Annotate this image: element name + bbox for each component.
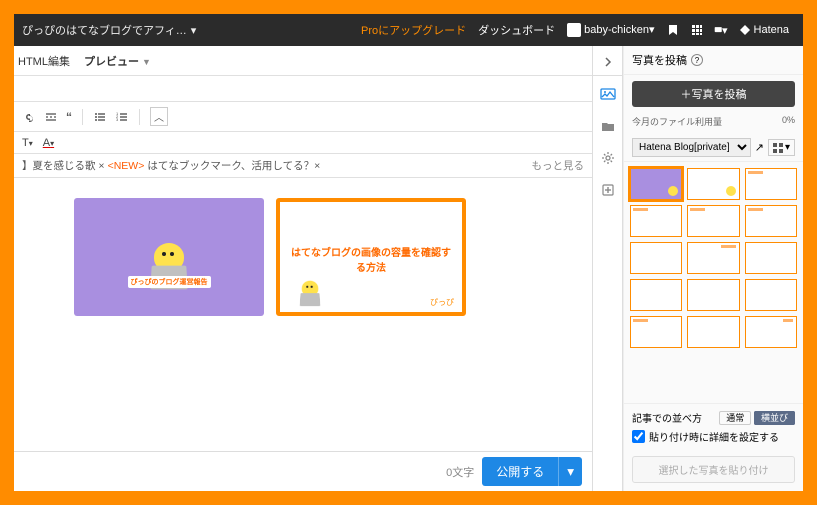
photo-thumb[interactable]	[630, 168, 682, 200]
post-title-input[interactable]	[14, 76, 592, 102]
detail-on-paste-checkbox[interactable]: 貼り付け時に詳細を設定する	[632, 429, 795, 444]
folder-select[interactable]: Hatena Blog[private]	[632, 138, 751, 157]
category-panel-button[interactable]	[594, 112, 622, 140]
open-external-icon[interactable]: ↗	[755, 141, 764, 154]
grid-apps-icon[interactable]	[690, 23, 704, 37]
photo-thumb[interactable]	[687, 168, 739, 200]
publish-options-button[interactable]: ▾	[558, 457, 582, 486]
upload-photo-button[interactable]: ＋写真を投稿	[632, 81, 795, 107]
help-icon[interactable]: ?	[691, 54, 703, 66]
more-topics-link[interactable]: もっと見る	[532, 158, 585, 173]
format-row: T▾ A▾	[14, 132, 592, 154]
photo-thumb[interactable]	[745, 168, 797, 200]
panel-header: 写真を投稿 ?	[624, 46, 803, 75]
user-menu[interactable]: baby-chicken▾	[567, 23, 654, 37]
read-more-icon[interactable]	[44, 110, 58, 124]
photo-thumb[interactable]	[630, 242, 682, 274]
photo-thumb[interactable]	[745, 279, 797, 311]
usage-label: 今月のファイル利用量	[632, 115, 722, 128]
top-bar: ぴっぴのはてなブログでアフィ…▾ Proにアップグレード ダッシュボード bab…	[14, 14, 803, 46]
collapse-panel-button[interactable]	[593, 48, 622, 76]
publish-button[interactable]: 公開する	[482, 457, 558, 486]
caret-down-icon: ▼	[142, 57, 151, 67]
photo-thumb[interactable]	[687, 279, 739, 311]
usage-value: 0%	[782, 115, 795, 128]
blog-title-menu[interactable]: ぴっぴのはてなブログでアフィ…▾	[22, 22, 196, 38]
insert-photos-button[interactable]: 選択した写真を貼り付け	[632, 456, 795, 483]
caret-down-icon: ▾	[191, 25, 197, 37]
photo-panel: 写真を投稿 ? ＋写真を投稿 今月のファイル利用量 0% Hatena Blog…	[623, 46, 803, 491]
svg-text:3: 3	[116, 117, 119, 122]
photo-thumb[interactable]	[687, 205, 739, 237]
view-mode-switch[interactable]: ▾	[768, 139, 795, 156]
editor-canvas[interactable]: ぴっぴのブログ運営報告 はてなブログの画像の容量を確認する方法 ぴっぴ	[14, 178, 592, 451]
photo-thumb[interactable]	[630, 279, 682, 311]
topic-tag[interactable]: はてなブックマーク、活用してる？×	[147, 158, 320, 173]
photo-thumb[interactable]	[687, 316, 739, 348]
link-icon[interactable]	[22, 110, 36, 124]
checkbox-input[interactable]	[632, 430, 645, 443]
bookmark-icon[interactable]	[666, 23, 680, 37]
order-label: 記事での並べ方	[632, 410, 702, 425]
text-size-button[interactable]: T▾	[22, 137, 33, 149]
topic-tags-row: 】夏を感じる歌 × <NEW> はてなブックマーク、活用してる？× もっと見る	[14, 154, 592, 178]
hatena-brand-link[interactable]: Hatena	[739, 24, 789, 36]
editor-footer: 0文字 公開する ▾	[14, 451, 592, 491]
quote-icon[interactable]: “	[66, 110, 72, 124]
settings-panel-button[interactable]	[594, 144, 622, 172]
photo-thumb[interactable]	[745, 242, 797, 274]
card-signature: ぴっぴ	[430, 297, 454, 308]
order-horizontal-button[interactable]: 横並び	[754, 411, 795, 425]
image-card-1[interactable]: ぴっぴのブログ運営報告	[74, 198, 264, 316]
card-title: はてなブログの画像の容量を確認する方法	[290, 244, 452, 274]
photo-thumb[interactable]	[630, 316, 682, 348]
pro-upgrade-link[interactable]: Proにアップグレード	[361, 22, 466, 38]
tab-preview[interactable]: プレビュー▼	[84, 53, 151, 69]
photo-thumb[interactable]	[745, 205, 797, 237]
char-count: 0文字	[446, 464, 474, 480]
photo-grid	[624, 162, 803, 403]
hatena-logo-icon	[739, 24, 751, 36]
new-badge: <NEW>	[108, 160, 145, 172]
collapse-toolbar-icon[interactable]: ︿	[150, 107, 168, 126]
list-ol-icon[interactable]: 123	[115, 110, 129, 124]
list-ul-icon[interactable]	[93, 110, 107, 124]
order-normal-button[interactable]: 通常	[719, 411, 751, 425]
editor-tabs: HTML編集 プレビュー▼	[14, 46, 592, 76]
side-rail	[593, 46, 623, 491]
photo-thumb[interactable]	[745, 316, 797, 348]
topic-tag[interactable]: 】夏を感じる歌 ×	[22, 158, 105, 173]
photo-thumb[interactable]	[630, 205, 682, 237]
chat-icon[interactable]: ▾	[714, 23, 728, 37]
text-color-button[interactable]: A▾	[43, 137, 54, 149]
dashboard-link[interactable]: ダッシュボード	[478, 22, 555, 38]
photo-thumb[interactable]	[687, 242, 739, 274]
avatar-icon	[567, 23, 581, 37]
photo-panel-button[interactable]	[594, 80, 622, 108]
card-caption: ぴっぴのブログ運営報告	[128, 276, 211, 288]
editor-toolbar: “ 123 ︿	[14, 102, 592, 132]
tab-html-edit[interactable]: HTML編集	[18, 53, 70, 69]
add-panel-button[interactable]	[594, 176, 622, 204]
image-card-2[interactable]: はてなブログの画像の容量を確認する方法 ぴっぴ	[276, 198, 466, 316]
